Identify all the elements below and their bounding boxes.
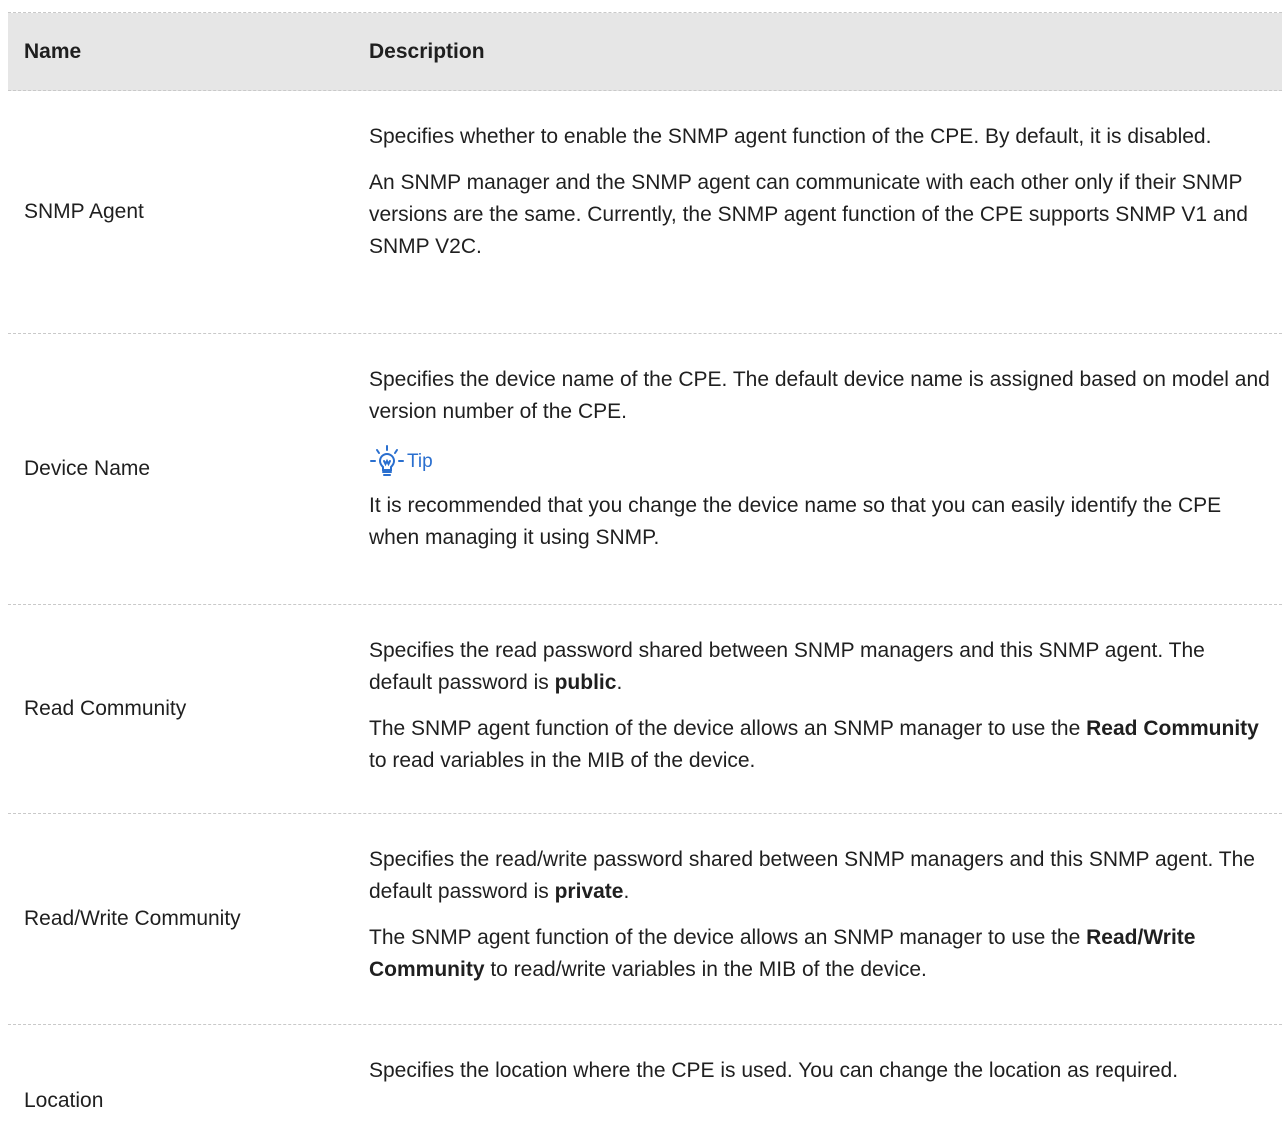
table-row: Read Community Specifies the read passwo… [8, 605, 1282, 814]
text-segment: Specifies the read password shared betwe… [369, 639, 1205, 694]
row-description: Specifies the location where the CPE is … [353, 1025, 1282, 1139]
header-description: Description [369, 39, 485, 63]
text-segment: The SNMP agent function of the device al… [369, 717, 1087, 740]
description-paragraph: An SNMP manager and the SNMP agent can c… [369, 171, 1248, 258]
row-description: Specifies whether to enable the SNMP age… [353, 91, 1282, 333]
row-name: Read/Write Community [24, 907, 241, 930]
row-name: Read Community [24, 697, 187, 720]
description-paragraph: Specifies the read password shared betwe… [369, 635, 1270, 699]
tip-label: Tip [407, 451, 433, 472]
row-name: Location [24, 1089, 104, 1112]
tip-callout: Tip [369, 442, 1270, 482]
description-paragraph: It is recommended that you change the de… [369, 494, 1222, 549]
header-name: Name [24, 39, 82, 63]
row-description: Specifies the read password shared betwe… [353, 605, 1282, 813]
description-paragraph: Specifies the location where the CPE is … [369, 1059, 1179, 1082]
field-reference: Read Community [1086, 717, 1259, 740]
row-name: SNMP Agent [24, 200, 144, 223]
table-row: SNMP Agent Specifies whether to enable t… [8, 91, 1282, 334]
text-segment: . [623, 880, 630, 903]
description-paragraph: The SNMP agent function of the device al… [369, 922, 1270, 986]
table-row: Location Specifies the location where th… [8, 1025, 1282, 1139]
lightbulb-icon [369, 444, 405, 480]
description-paragraph: Specifies the read/write password shared… [369, 844, 1270, 908]
default-password-value: private [554, 880, 624, 903]
row-description: Specifies the device name of the CPE. Th… [353, 334, 1282, 604]
description-paragraph: Specifies the device name of the CPE. Th… [369, 368, 1270, 423]
text-segment: to read/write variables in the MIB of th… [484, 958, 927, 981]
text-segment: Specifies the read/write password shared… [369, 848, 1255, 903]
text-segment: to read variables in the MIB of the devi… [369, 749, 756, 772]
text-segment: The SNMP agent function of the device al… [369, 926, 1087, 949]
table-row: Device Name Specifies the device name of… [8, 334, 1282, 605]
default-password-value: public [554, 671, 617, 694]
parameter-table: Name Description SNMP Agent Specifies wh… [8, 12, 1282, 1139]
row-description: Specifies the read/write password shared… [353, 814, 1282, 1024]
text-segment: . [616, 671, 623, 694]
description-paragraph: Specifies whether to enable the SNMP age… [369, 125, 1212, 148]
description-paragraph: The SNMP agent function of the device al… [369, 713, 1270, 777]
row-name: Device Name [24, 457, 151, 480]
table-header-row: Name Description [8, 13, 1282, 91]
table-row: Read/Write Community Specifies the read/… [8, 814, 1282, 1025]
